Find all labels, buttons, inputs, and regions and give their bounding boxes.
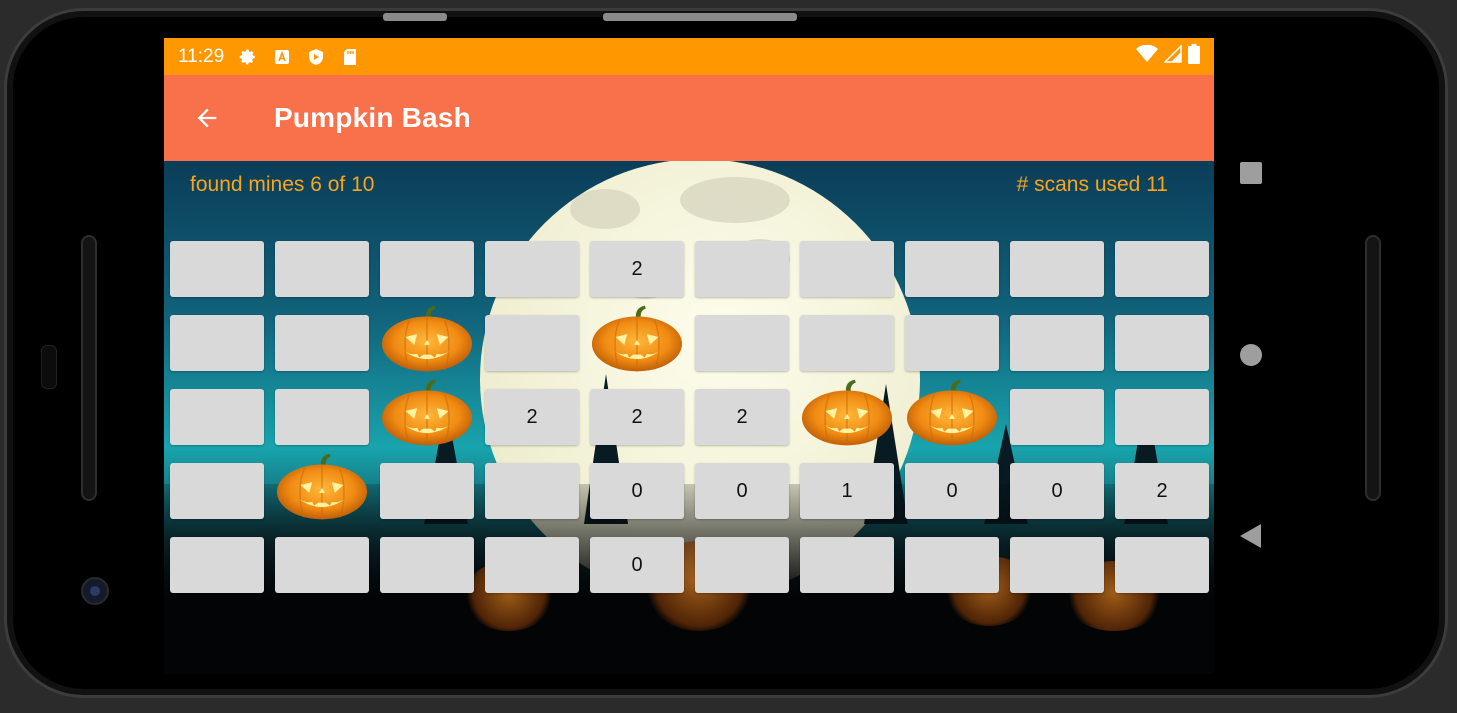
grid-cell[interactable] xyxy=(170,463,264,519)
grid-cell[interactable]: 0 xyxy=(590,537,684,593)
pumpkin-mine-icon xyxy=(801,379,893,446)
side-bezel xyxy=(81,235,97,501)
found-mines-counter: found mines 6 of 10 xyxy=(190,173,375,196)
hardware-button xyxy=(383,13,447,21)
grid-cell[interactable]: 2 xyxy=(485,389,579,445)
nav-back-button[interactable] xyxy=(1238,523,1264,549)
status-bar: 11:29 xyxy=(164,38,1214,75)
grid-cell[interactable] xyxy=(275,241,369,297)
minefield-grid: 22220010020 xyxy=(170,241,1210,593)
grid-cell[interactable] xyxy=(485,315,579,371)
app-screen: 11:29 Pumpkin Bash found mines 6 of 10 #… xyxy=(164,38,1214,674)
a-badge-icon xyxy=(272,47,292,67)
grid-cell[interactable] xyxy=(380,537,474,593)
grid-cell[interactable] xyxy=(695,241,789,297)
grid-cell[interactable] xyxy=(485,537,579,593)
grid-cell[interactable] xyxy=(275,315,369,371)
grid-cell[interactable] xyxy=(1010,537,1104,593)
grid-cell[interactable] xyxy=(275,537,369,593)
settings-icon xyxy=(238,47,258,67)
battery-icon xyxy=(1188,43,1200,70)
grid-cell[interactable]: 2 xyxy=(590,389,684,445)
grid-cell[interactable]: 2 xyxy=(695,389,789,445)
grid-cell[interactable] xyxy=(800,241,894,297)
grid-cell[interactable] xyxy=(1115,241,1209,297)
recents-button[interactable] xyxy=(1238,160,1264,186)
grid-cell[interactable] xyxy=(800,315,894,371)
grid-cell[interactable] xyxy=(1115,389,1209,445)
back-triangle-icon xyxy=(1240,524,1261,548)
grid-cell-mine[interactable] xyxy=(275,453,369,520)
grid-cell-mine[interactable] xyxy=(905,379,999,446)
grid-cell[interactable]: 0 xyxy=(695,463,789,519)
pumpkin-mine-icon xyxy=(276,453,368,520)
grid-cell[interactable] xyxy=(1010,315,1104,371)
app-bar: Pumpkin Bash xyxy=(164,75,1214,161)
grid-cell[interactable]: 0 xyxy=(590,463,684,519)
grid-cell-mine[interactable] xyxy=(380,305,474,372)
shield-play-icon xyxy=(306,47,326,67)
grid-cell[interactable] xyxy=(485,463,579,519)
grid-cell[interactable] xyxy=(1115,315,1209,371)
grid-cell[interactable] xyxy=(485,241,579,297)
grid-cell-mine[interactable] xyxy=(380,379,474,446)
grid-cell[interactable] xyxy=(695,537,789,593)
grid-cell[interactable] xyxy=(170,389,264,445)
grid-cell[interactable] xyxy=(905,241,999,297)
page-title: Pumpkin Bash xyxy=(274,102,471,133)
speaker-grille xyxy=(41,345,57,389)
pumpkin-mine-icon xyxy=(591,305,683,372)
scans-used-counter: # scans used 11 xyxy=(1016,173,1168,196)
grid-cell[interactable] xyxy=(380,241,474,297)
game-board-area: found mines 6 of 10 # scans used 11 2222… xyxy=(164,161,1214,674)
grid-cell[interactable] xyxy=(170,537,264,593)
grid-cell[interactable]: 2 xyxy=(1115,463,1209,519)
recents-square-icon xyxy=(1240,162,1262,184)
grid-cell[interactable] xyxy=(1010,241,1104,297)
navigation-bar xyxy=(1226,150,1276,570)
grid-cell-mine[interactable] xyxy=(590,305,684,372)
grid-cell[interactable] xyxy=(1115,537,1209,593)
wifi-icon xyxy=(1136,44,1158,69)
side-bezel xyxy=(1365,235,1381,501)
grid-cell[interactable] xyxy=(800,537,894,593)
grid-cell-mine[interactable] xyxy=(800,379,894,446)
front-camera xyxy=(81,577,109,605)
arrow-left-icon xyxy=(197,108,217,128)
status-time: 11:29 xyxy=(178,45,225,67)
grid-cell[interactable] xyxy=(170,241,264,297)
pumpkin-mine-icon xyxy=(381,305,473,372)
grid-cell[interactable] xyxy=(275,389,369,445)
grid-cell[interactable] xyxy=(695,315,789,371)
grid-cell[interactable] xyxy=(905,315,999,371)
volume-button xyxy=(603,13,797,21)
grid-cell[interactable]: 0 xyxy=(905,463,999,519)
home-circle-icon xyxy=(1240,344,1262,366)
grid-cell[interactable] xyxy=(170,315,264,371)
back-button[interactable] xyxy=(164,75,252,161)
sd-card-icon xyxy=(340,47,360,67)
signal-icon xyxy=(1163,43,1182,69)
grid-cell[interactable] xyxy=(1010,389,1104,445)
home-button[interactable] xyxy=(1238,342,1264,368)
grid-cell[interactable] xyxy=(905,537,999,593)
grid-cell[interactable]: 0 xyxy=(1010,463,1104,519)
grid-cell[interactable] xyxy=(380,463,474,519)
pumpkin-mine-icon xyxy=(381,379,473,446)
grid-cell[interactable]: 2 xyxy=(590,241,684,297)
pumpkin-mine-icon xyxy=(906,379,998,446)
grid-cell[interactable]: 1 xyxy=(800,463,894,519)
